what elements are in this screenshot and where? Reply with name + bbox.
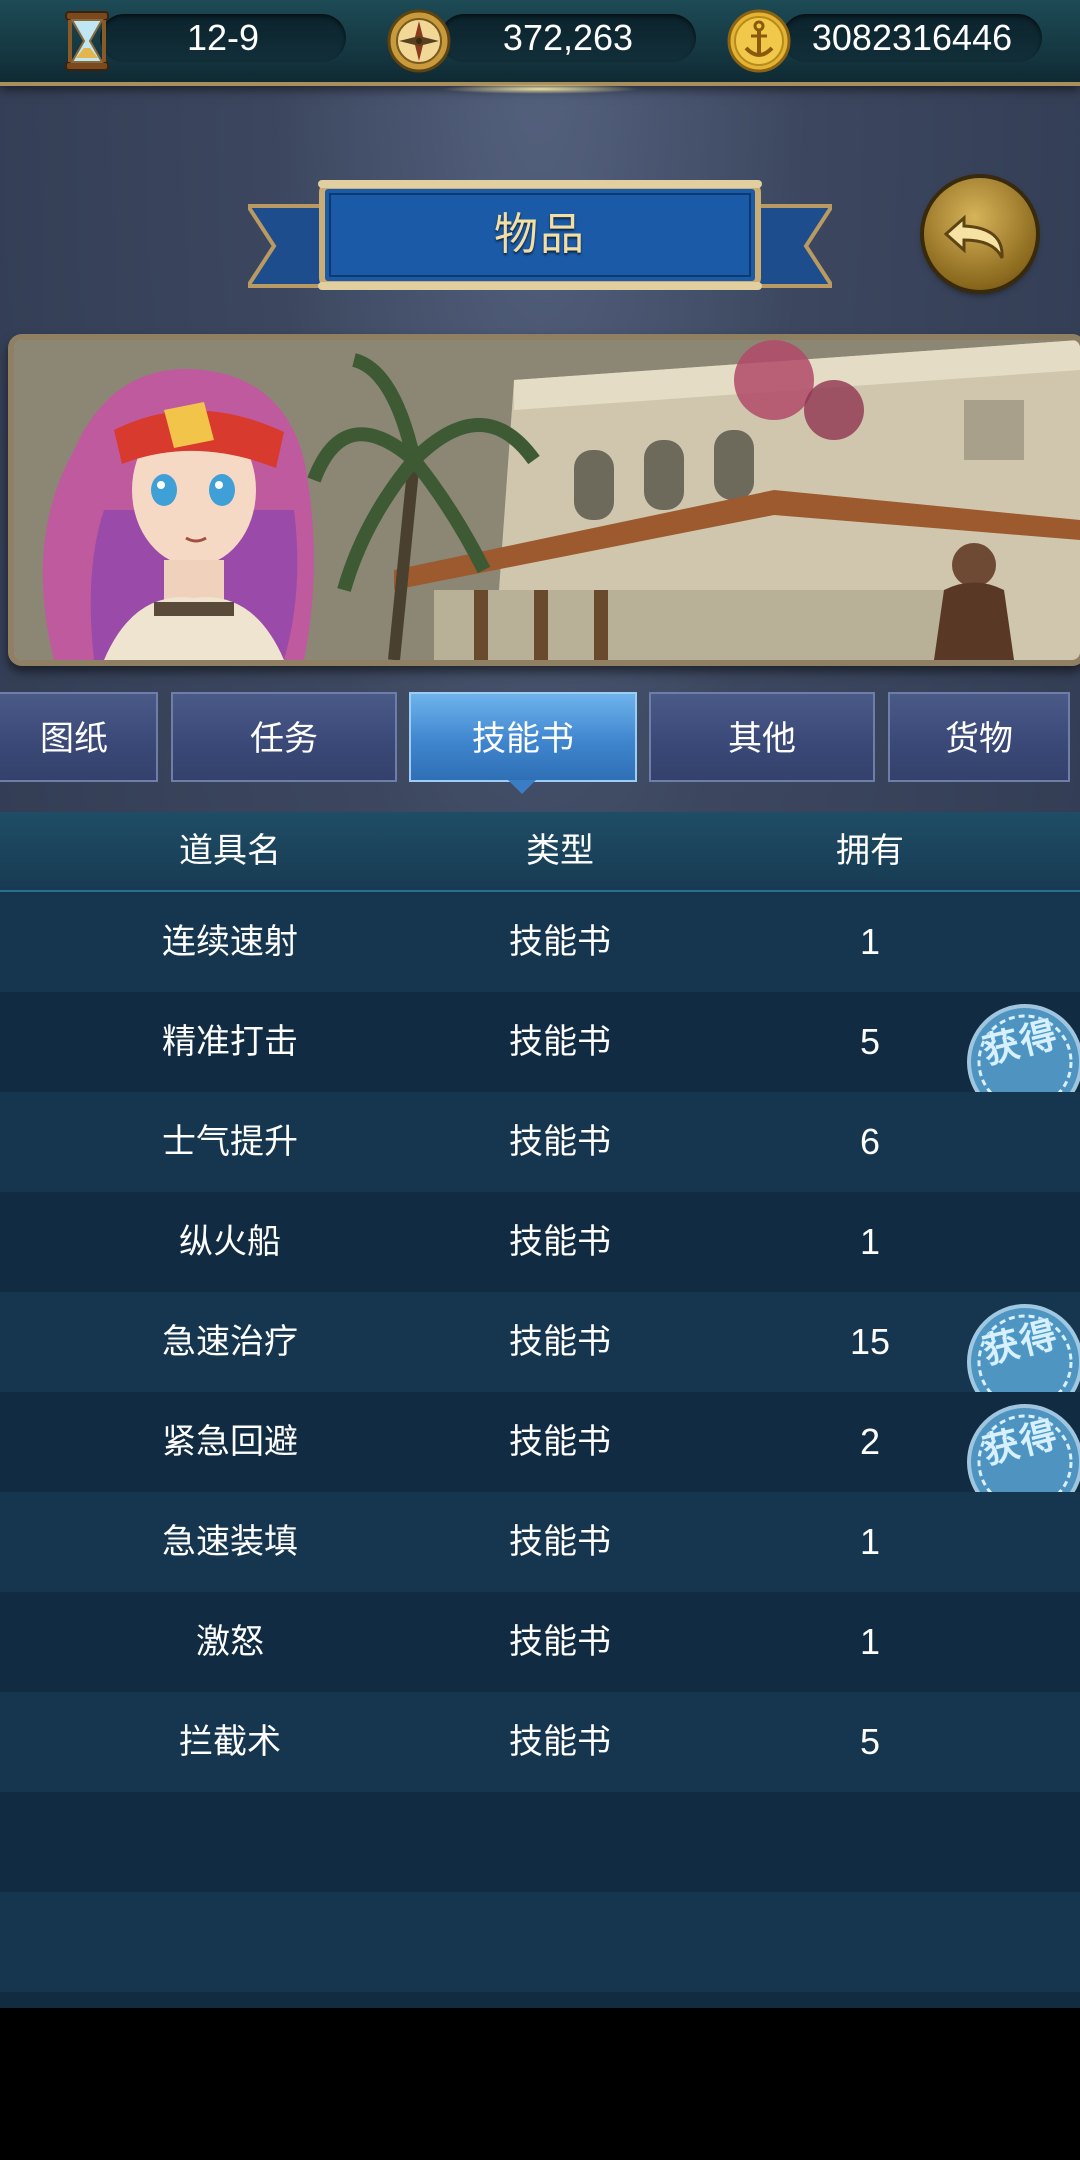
tab-blueprints-label: 图纸 [40, 719, 108, 759]
item-count-cell: 6 [859, 1121, 881, 1162]
header-item-name: 道具名 [179, 831, 281, 871]
item-count-cell: 1 [859, 1521, 881, 1562]
tab-cargo-label: 货物 [945, 719, 1013, 759]
tab-skill-books[interactable]: 技能书 [409, 692, 637, 782]
coin-counter: 3082316446 [782, 14, 1042, 62]
table-row[interactable]: 拦截术 技能书 5 [0, 1692, 1080, 1792]
table-row[interactable]: 纵火船 技能书 1 [0, 1192, 1080, 1292]
tab-other[interactable]: 其他 [649, 692, 875, 782]
table-row[interactable]: 急速装填 技能书 1 [0, 1492, 1080, 1592]
item-name-cell: 士气提升 [162, 1122, 298, 1162]
item-count-cell: 1 [859, 921, 881, 962]
empty-table-row [0, 1792, 1080, 1892]
item-name-cell: 拦截术 [179, 1722, 281, 1762]
back-button[interactable] [924, 178, 1036, 290]
obtained-stamp: 获得 [950, 1300, 1080, 1392]
tab-skill-books-label: 技能书 [472, 719, 574, 759]
tab-quests-label: 任务 [250, 719, 318, 759]
item-type-cell: 技能书 [509, 922, 611, 962]
table-header: 道具名 类型 拥有 [0, 812, 1080, 892]
item-table: 道具名 类型 拥有 连续速射 技能书 1 精准打击 技能书 5 获得 士气提升 技能书 6 纵火船技… [0, 812, 1080, 2008]
compass-value: 372,263 [502, 17, 634, 58]
item-count-cell: 1 [859, 1221, 881, 1262]
item-type-cell: 技能书 [509, 1222, 611, 1262]
stage-counter: 12-9 [100, 14, 346, 62]
item-name-cell: 纵火船 [179, 1222, 281, 1262]
bar-glow [440, 84, 640, 94]
item-name-cell: 急速装填 [162, 1522, 298, 1562]
game-screen: 12-9 372,263 3082316446 物品 图纸 任务 技能书 其他 … [0, 0, 1080, 2008]
compass-icon [387, 9, 451, 73]
item-type-cell: 技能书 [509, 1122, 611, 1162]
item-count-cell: 5 [859, 1721, 881, 1762]
item-type-cell: 技能书 [509, 1722, 611, 1762]
item-type-cell: 技能书 [509, 1022, 611, 1062]
obtained-stamp: 获得 [950, 1400, 1080, 1492]
resource-bar: 12-9 372,263 3082316446 [0, 0, 1080, 94]
item-name-cell: 激怒 [196, 1622, 264, 1662]
item-type-cell: 技能书 [509, 1522, 611, 1562]
tab-quests[interactable]: 任务 [171, 692, 397, 782]
item-name-cell: 连续速射 [162, 922, 298, 962]
table-row[interactable]: 急速治疗 技能书 15 获得 [0, 1292, 1080, 1392]
compass-counter: 372,263 [440, 14, 696, 62]
table-row[interactable]: 士气提升 技能书 6 [0, 1092, 1080, 1192]
back-arrow-icon [943, 214, 1004, 259]
bottom-letterbox [0, 2008, 1080, 2160]
table-row[interactable]: 连续速射 技能书 1 [0, 892, 1080, 992]
table-row[interactable]: 激怒 技能书 1 [0, 1592, 1080, 1692]
item-count-cell: 15 [849, 1321, 891, 1362]
item-type-cell: 技能书 [509, 1422, 611, 1462]
hourglass-icon [65, 11, 109, 71]
item-name-cell: 精准打击 [162, 1022, 298, 1062]
empty-table-row [0, 1892, 1080, 1992]
character-scene [8, 334, 1080, 666]
tab-blueprints[interactable]: 图纸 [0, 692, 158, 782]
active-tab-indicator [508, 780, 536, 794]
coin-value: 3082316446 [811, 17, 1013, 58]
anchor-coin-icon [727, 9, 791, 73]
stage-value: 12-9 [186, 17, 260, 58]
item-count-cell: 2 [859, 1421, 881, 1462]
table-row[interactable]: 精准打击 技能书 5 获得 [0, 992, 1080, 1092]
item-type-cell: 技能书 [509, 1322, 611, 1362]
scene-illustration [14, 340, 1080, 660]
header-owned: 拥有 [836, 831, 904, 871]
item-count-cell: 1 [859, 1621, 881, 1662]
header-type: 类型 [526, 831, 594, 871]
tab-cargo[interactable]: 货物 [888, 692, 1070, 782]
tab-other-label: 其他 [728, 719, 796, 759]
table-row[interactable]: 紧急回避 技能书 2 获得 [0, 1392, 1080, 1492]
item-name-cell: 急速治疗 [162, 1322, 298, 1362]
item-name-cell: 紧急回避 [162, 1422, 298, 1462]
item-count-cell: 5 [859, 1021, 881, 1062]
obtained-stamp: 获得 [950, 1000, 1080, 1092]
item-type-cell: 技能书 [509, 1622, 611, 1662]
page-title: 物品 [494, 209, 586, 260]
